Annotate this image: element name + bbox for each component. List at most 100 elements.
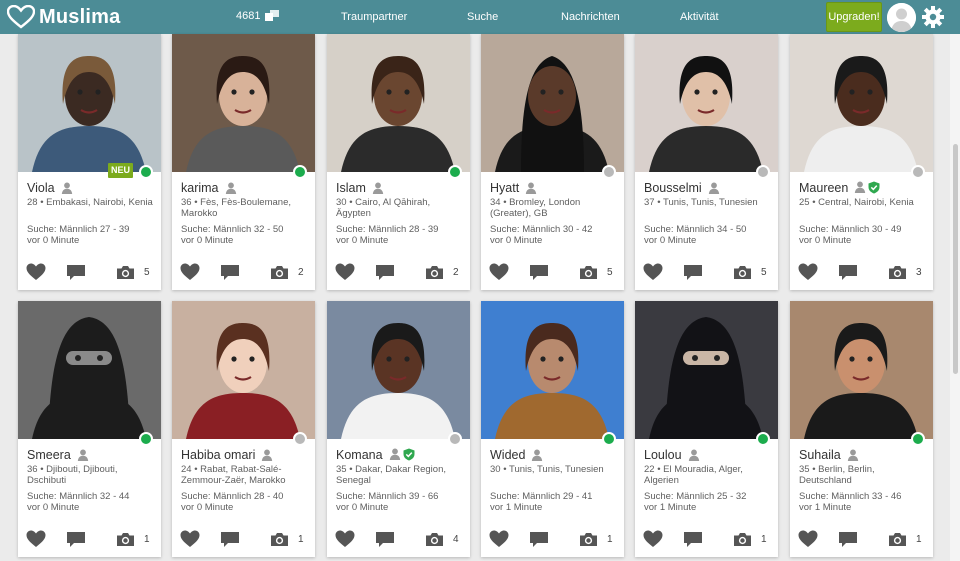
profile-actions: 5 bbox=[643, 263, 773, 281]
profile-photo[interactable] bbox=[635, 34, 778, 172]
like-button[interactable] bbox=[335, 530, 355, 548]
profile-photo[interactable] bbox=[790, 34, 933, 172]
profile-photo[interactable] bbox=[790, 301, 933, 439]
nav-traumpartner[interactable]: Traumpartner bbox=[341, 11, 407, 23]
profile-name[interactable]: Islam bbox=[336, 181, 366, 195]
profile-location: 22 • El Mouradia, Alger, Algerien bbox=[644, 464, 743, 486]
profile-actions: 4 bbox=[335, 530, 465, 548]
profile-name[interactable]: Hyatt bbox=[490, 181, 519, 195]
user-silhouette-icon bbox=[708, 182, 719, 194]
camera-icon bbox=[734, 532, 751, 546]
chat-bubble-icon bbox=[376, 264, 394, 280]
message-button[interactable] bbox=[220, 263, 240, 281]
nav-nachrichten[interactable]: Nachrichten bbox=[561, 11, 620, 23]
profile-photo[interactable] bbox=[635, 301, 778, 439]
photos-button[interactable]: 1 bbox=[888, 530, 922, 548]
message-button[interactable] bbox=[220, 530, 240, 548]
upgrade-button[interactable]: Upgraden! bbox=[826, 2, 882, 32]
message-button[interactable] bbox=[529, 530, 549, 548]
like-button[interactable] bbox=[489, 530, 509, 548]
photos-button[interactable]: 3 bbox=[888, 263, 922, 281]
scrollbar-thumb[interactable] bbox=[953, 144, 958, 374]
message-button[interactable] bbox=[683, 263, 703, 281]
like-button[interactable] bbox=[26, 263, 46, 281]
profile-photo[interactable] bbox=[481, 301, 624, 439]
profile-name[interactable]: karima bbox=[181, 181, 219, 195]
profile-card[interactable]: Loulou 22 • El Mouradia, Alger, Algerien… bbox=[635, 301, 778, 557]
profile-last-seen: vor 0 Minute bbox=[490, 235, 543, 246]
brand-logo[interactable]: Muslima bbox=[7, 4, 120, 30]
photo-count: 3 bbox=[916, 266, 922, 278]
profile-name[interactable]: Viola bbox=[27, 181, 55, 195]
profile-location: 25 • Central, Nairobi, Kenia bbox=[799, 197, 914, 208]
message-button[interactable] bbox=[529, 263, 549, 281]
like-button[interactable] bbox=[180, 263, 200, 281]
profile-photo[interactable] bbox=[18, 34, 161, 172]
profile-name[interactable]: Suhaila bbox=[799, 448, 841, 462]
photo-count: 5 bbox=[761, 266, 767, 278]
photos-button[interactable]: 2 bbox=[270, 263, 304, 281]
profile-name[interactable]: Loulou bbox=[644, 448, 682, 462]
message-button[interactable] bbox=[375, 263, 395, 281]
profile-card[interactable]: Viola 28 • Embakasi, Nairobi, Kenia Such… bbox=[18, 34, 161, 290]
profile-photo[interactable] bbox=[327, 34, 470, 172]
profile-card[interactable]: karima 36 • Fès, Fès-Boulemane, Marokko … bbox=[172, 34, 315, 290]
nav-suche[interactable]: Suche bbox=[467, 11, 498, 23]
message-button[interactable] bbox=[66, 263, 86, 281]
online-count[interactable]: 4681 bbox=[236, 9, 280, 23]
user-avatar-icon[interactable] bbox=[887, 3, 916, 32]
like-button[interactable] bbox=[798, 530, 818, 548]
nav-aktivitaet[interactable]: Aktivität bbox=[680, 11, 719, 23]
message-button[interactable] bbox=[838, 530, 858, 548]
new-badge: NEU bbox=[108, 163, 133, 178]
photos-button[interactable]: 5 bbox=[579, 263, 613, 281]
profile-photo[interactable] bbox=[327, 301, 470, 439]
photos-button[interactable]: 5 bbox=[116, 263, 150, 281]
message-button[interactable] bbox=[838, 263, 858, 281]
photos-button[interactable]: 1 bbox=[116, 530, 150, 548]
photos-button[interactable]: 2 bbox=[425, 263, 459, 281]
chat-bubble-icon bbox=[839, 264, 857, 280]
like-button[interactable] bbox=[643, 530, 663, 548]
profile-name[interactable]: Smeera bbox=[27, 448, 71, 462]
photos-button[interactable]: 1 bbox=[270, 530, 304, 548]
page-scrollbar[interactable] bbox=[950, 34, 960, 561]
profile-card[interactable]: Islam 30 • Cairo, Al Qāhirah, Ägypten Su… bbox=[327, 34, 470, 290]
profile-card[interactable]: Komana 35 • Dakar, Dakar Region, Senegal… bbox=[327, 301, 470, 557]
message-button[interactable] bbox=[683, 530, 703, 548]
message-button[interactable] bbox=[375, 530, 395, 548]
photos-button[interactable]: 4 bbox=[425, 530, 459, 548]
gear-icon[interactable] bbox=[921, 5, 945, 29]
profile-card[interactable]: Wided 30 • Tunis, Tunis, Tunesien Suche:… bbox=[481, 301, 624, 557]
like-button[interactable] bbox=[335, 263, 355, 281]
profile-name[interactable]: Maureen bbox=[799, 181, 848, 195]
profile-name[interactable]: Wided bbox=[490, 448, 525, 462]
profile-card[interactable]: Bousselmi 37 • Tunis, Tunis, Tunesien Su… bbox=[635, 34, 778, 290]
profile-info: Habiba omari 24 • Rabat, Rabat-Salé-Zemm… bbox=[181, 447, 309, 514]
like-button[interactable] bbox=[643, 263, 663, 281]
user-silhouette-icon bbox=[262, 449, 273, 461]
profile-photo[interactable] bbox=[172, 34, 315, 172]
profile-name[interactable]: Habiba omari bbox=[181, 448, 255, 462]
profile-card[interactable]: Smeera 36 • Djibouti, Djibouti, Dschibut… bbox=[18, 301, 161, 557]
photos-button[interactable]: 1 bbox=[733, 530, 767, 548]
profile-card[interactable]: Habiba omari 24 • Rabat, Rabat-Salé-Zemm… bbox=[172, 301, 315, 557]
photos-button[interactable]: 1 bbox=[579, 530, 613, 548]
message-button[interactable] bbox=[66, 530, 86, 548]
heart-icon bbox=[798, 263, 818, 280]
profile-photo[interactable] bbox=[172, 301, 315, 439]
profile-photo[interactable] bbox=[18, 301, 161, 439]
profile-photo[interactable] bbox=[481, 34, 624, 172]
like-button[interactable] bbox=[489, 263, 509, 281]
profile-name-row: karima bbox=[181, 180, 309, 195]
profile-card[interactable]: Suhaila 35 • Berlin, Berlin, Deutschland… bbox=[790, 301, 933, 557]
camera-icon bbox=[889, 532, 906, 546]
profile-name[interactable]: Bousselmi bbox=[644, 181, 702, 195]
like-button[interactable] bbox=[180, 530, 200, 548]
profile-card[interactable]: Hyatt 34 • Bromley, London (Greater), GB… bbox=[481, 34, 624, 290]
like-button[interactable] bbox=[798, 263, 818, 281]
profile-name[interactable]: Komana bbox=[336, 448, 383, 462]
profile-card[interactable]: Maureen 25 • Central, Nairobi, Kenia Suc… bbox=[790, 34, 933, 290]
like-button[interactable] bbox=[26, 530, 46, 548]
photos-button[interactable]: 5 bbox=[733, 263, 767, 281]
